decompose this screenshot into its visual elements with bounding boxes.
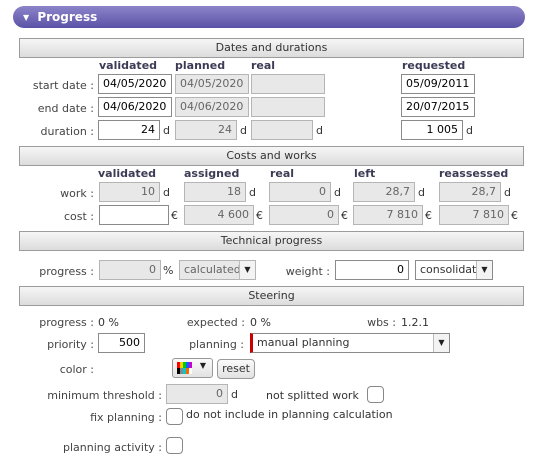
end-date-real-field (251, 97, 325, 117)
work-real-unit: d (334, 186, 341, 199)
col-validated-costs: validated (98, 167, 157, 180)
technical-progress-percent: % (163, 264, 174, 277)
min-threshold-field: 0 (166, 384, 228, 404)
weight-mode-value: consolidat (420, 263, 477, 276)
costs-section-title: Costs and works (226, 149, 317, 162)
cost-assigned-field: 4 600 (184, 205, 254, 225)
not-splitted-checkbox[interactable] (367, 386, 384, 403)
planning-mode-value: manual planning (257, 336, 350, 349)
dropdown-arrow-icon: ▼ (433, 334, 449, 352)
steering-section-header: Steering (19, 286, 524, 306)
duration-requested-input[interactable]: 1 005 (401, 120, 463, 140)
work-validated-unit: d (163, 186, 170, 199)
wbs-value: 1.2.1 (401, 316, 429, 329)
end-date-validated-input[interactable]: 04/06/2020 (98, 97, 172, 117)
min-threshold-unit: d (231, 388, 238, 401)
duration-planned-field: 24 (175, 120, 237, 140)
end-date-planned-field: 04/06/2020 (175, 97, 249, 117)
cost-left-field: 7 810 (353, 205, 423, 225)
work-reassessed-field: 28,7 (439, 182, 501, 202)
end-date-label: end date : (37, 102, 94, 115)
duration-validated-input[interactable]: 24 (98, 120, 160, 140)
cost-reassessed-unit: € (511, 209, 518, 222)
dropdown-arrow-icon: ▼ (239, 261, 255, 279)
reset-button[interactable]: reset (217, 359, 255, 379)
color-palette-icon (177, 362, 192, 374)
fix-planning-text: do not include in planning calculation (186, 408, 393, 421)
start-date-real-field (251, 74, 325, 94)
col-real: real (251, 59, 276, 72)
col-reassessed: reassessed (439, 167, 509, 180)
weight-mode-select[interactable]: consolidat ▼ (415, 260, 493, 280)
chevron-down-icon: ▼ (23, 13, 30, 22)
planning-label: planning : (189, 338, 244, 351)
progress-header-title: Progress (37, 10, 98, 24)
steering-section-title: Steering (248, 289, 295, 302)
dates-section-header: Dates and durations (19, 38, 524, 58)
end-date-requested-input[interactable]: 20/07/2015 (401, 97, 475, 117)
planning-activity-label: planning activity : (63, 441, 162, 454)
weight-input[interactable]: 0 (335, 260, 409, 280)
color-picker-button[interactable]: ▼ (172, 358, 213, 378)
col-real-costs: real (270, 167, 295, 180)
cost-label: cost : (63, 210, 94, 223)
duration-validated-unit: d (163, 124, 170, 137)
duration-planned-unit: d (240, 124, 247, 137)
duration-requested-unit: d (466, 124, 473, 137)
fix-planning-label: fix planning : (90, 411, 162, 424)
work-validated-field: 10 (99, 182, 160, 202)
cost-validated-unit: € (171, 209, 178, 222)
progress-section-header[interactable]: ▼ Progress (13, 6, 525, 28)
col-assigned: assigned (184, 167, 240, 180)
dropdown-arrow-icon: ▼ (476, 261, 492, 279)
weight-label: weight : (285, 265, 330, 278)
work-assigned-field: 18 (184, 182, 246, 202)
cost-real-unit: € (341, 209, 348, 222)
fix-planning-checkbox[interactable] (166, 408, 183, 425)
priority-input[interactable]: 500 (98, 333, 145, 353)
technical-progress-field: 0 (99, 260, 161, 280)
col-requested: requested (402, 59, 466, 72)
duration-real-unit: d (316, 124, 323, 137)
not-splitted-label: not splitted work (266, 389, 359, 402)
technical-section-header: Technical progress (19, 231, 524, 251)
steering-progress-label: progress : (39, 316, 94, 329)
start-date-validated-input[interactable]: 04/05/2020 (98, 74, 172, 94)
col-left: left (354, 167, 376, 180)
cost-reassessed-field: 7 810 (439, 205, 509, 225)
start-date-requested-input[interactable]: 05/09/2011 (401, 74, 475, 94)
cost-left-unit: € (425, 209, 432, 222)
duration-real-field (251, 120, 313, 140)
start-date-planned-field: 04/05/2020 (175, 74, 249, 94)
technical-progress-label: progress : (39, 265, 94, 278)
cost-assigned-unit: € (256, 209, 263, 222)
start-date-label: start date : (32, 79, 94, 92)
steering-progress-value: 0 % (98, 316, 119, 329)
technical-section-title: Technical progress (220, 234, 323, 247)
progress-mode-select[interactable]: calculated ▼ (179, 260, 256, 280)
col-validated: validated (99, 59, 158, 72)
work-left-field: 28,7 (353, 182, 415, 202)
progress-mode-value: calculated (184, 263, 241, 276)
color-label: color : (59, 363, 94, 376)
duration-label: duration : (40, 125, 95, 138)
costs-section-header: Costs and works (19, 146, 524, 166)
work-assigned-unit: d (249, 186, 256, 199)
planning-activity-checkbox[interactable] (166, 437, 183, 454)
cost-validated-input[interactable] (99, 205, 169, 225)
priority-label: priority : (47, 338, 94, 351)
cost-real-field: 0 (269, 205, 339, 225)
min-threshold-label: minimum threshold : (47, 389, 162, 402)
col-planned: planned (175, 59, 226, 72)
chevron-down-icon: ▼ (199, 361, 206, 370)
planning-mode-select[interactable]: manual planning ▼ (250, 333, 450, 353)
work-real-field: 0 (269, 182, 331, 202)
work-left-unit: d (418, 186, 425, 199)
work-reassessed-unit: d (504, 186, 511, 199)
wbs-label: wbs : (367, 316, 396, 329)
expected-label: expected : (186, 316, 245, 329)
expected-value: 0 % (250, 316, 271, 329)
work-label: work : (60, 187, 94, 200)
dates-section-title: Dates and durations (215, 41, 328, 54)
